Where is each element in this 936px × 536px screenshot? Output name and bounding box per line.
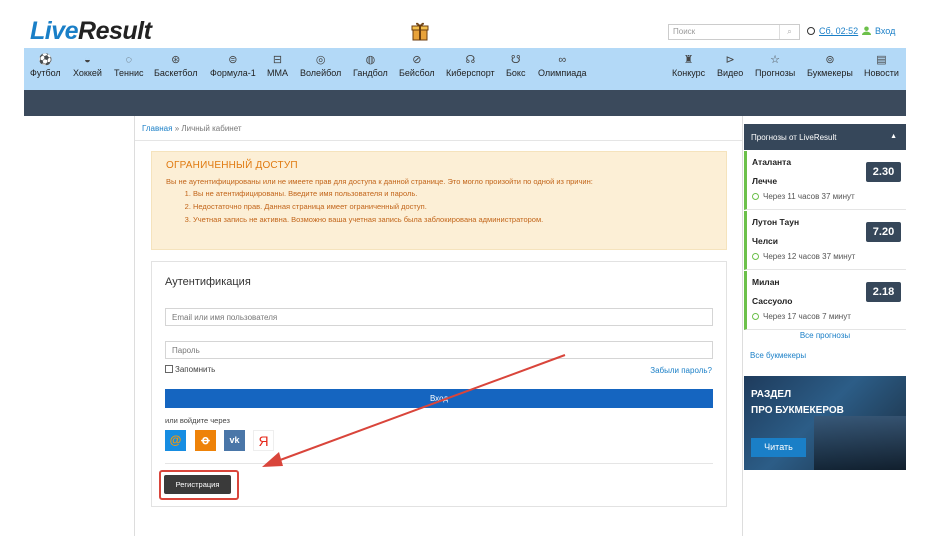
football-icon: ⚽ (38, 54, 53, 66)
banner-image (814, 416, 906, 470)
odds-badge[interactable]: 2.30 (866, 162, 901, 182)
nav-handball[interactable]: ◍ Гандбол (353, 54, 388, 78)
divider (135, 140, 742, 141)
clock[interactable]: Сб, 02:52 (807, 26, 858, 36)
forgot-password-link[interactable]: Забыли пароль? (650, 366, 712, 375)
warning-title: ОГРАНИЧЕННЫЙ ДОСТУП (166, 160, 298, 171)
nav-mma[interactable]: ⊟ MMA (267, 54, 288, 78)
esports-icon: ☊ (465, 54, 476, 66)
login-link[interactable]: Вход (862, 26, 895, 36)
checkbox-icon (165, 365, 173, 373)
clock-icon (752, 253, 759, 260)
tennis-icon: ◌ (125, 54, 132, 66)
tips-header[interactable]: Прогнозы от LiveResult ▲ (744, 124, 906, 150)
bookmakers-banner[interactable]: РАЗДЕЛ ПРО БУКМЕКЕРОВ Читать (744, 376, 906, 470)
play-icon: ⊳ (725, 54, 735, 66)
news-icon: ▤ (876, 54, 887, 66)
nav-formula1[interactable]: ⊜ Формула-1 (210, 54, 256, 78)
formula1-icon: ⊜ (228, 54, 238, 66)
nav-tennis[interactable]: ◌ Теннис (114, 54, 143, 78)
star-icon: ☆ (770, 54, 781, 66)
nav-news[interactable]: ▤ Новости (864, 54, 899, 78)
nav-volleyball[interactable]: ◎ Волейбол (300, 54, 341, 78)
site-logo[interactable]: LiveResult (30, 17, 152, 46)
all-bookmakers-link[interactable]: Все букмекеры (750, 351, 806, 360)
nav-video[interactable]: ⊳ Видео (717, 54, 743, 78)
nav-olympics[interactable]: ∞ Олимпиада (538, 54, 587, 78)
basketball-icon: ⊛ (171, 54, 181, 66)
divider (165, 463, 713, 464)
nav-basketball[interactable]: ⊛ Баскетбол (154, 54, 198, 78)
sports-nav: ⚽ Футбол ◒ Хоккей ◌ Теннис ⊛ Баскетбол ⊜ Форм… (24, 48, 906, 90)
odds-badge[interactable]: 2.18 (866, 282, 901, 302)
clock-icon (807, 27, 815, 35)
tip-card[interactable]: Милан Сассуоло Через 17 часов 7 минут 2.… (744, 271, 906, 330)
auth-title: Аутентификация (165, 276, 251, 288)
vk-icon[interactable]: vk (224, 430, 245, 451)
warning-reason: Учетная запись не активна. Возможно ваша… (193, 213, 712, 226)
breadcrumb-home[interactable]: Главная (142, 124, 172, 133)
read-button[interactable]: Читать (751, 438, 806, 457)
tip-card[interactable]: Аталанта Лечче Через 11 часов 37 минут 2… (744, 151, 906, 210)
content-border-right (742, 116, 743, 536)
nav-baseball[interactable]: ⊘ Бейсбол (399, 54, 435, 78)
volleyball-icon: ◎ (315, 54, 326, 66)
mailru-icon[interactable]: @ (165, 430, 186, 451)
warning-intro: Вы не аутентифицированы или не имеете пр… (166, 177, 593, 186)
breadcrumb: Главная » Личный кабинет (142, 124, 242, 133)
clock-icon (752, 193, 759, 200)
nav-bookmakers[interactable]: ⊚ Букмекеры (807, 54, 853, 78)
warning-reason: Вы не атентифицированы. Введите имя поль… (193, 187, 712, 200)
nav-boxing[interactable]: ☋ Бокс (506, 54, 525, 78)
nav-contest[interactable]: ♜ Конкурс (672, 54, 705, 78)
olympics-icon: ∞ (558, 54, 567, 66)
yandex-icon[interactable]: Я (253, 430, 274, 451)
nav-hockey[interactable]: ◒ Хоккей (73, 54, 102, 78)
user-icon (862, 26, 871, 35)
baseball-icon: ⊘ (412, 54, 422, 66)
password-field[interactable]: Пароль (165, 341, 713, 359)
odds-badge[interactable]: 7.20 (866, 222, 901, 242)
odnoklassniki-icon[interactable]: ꝋ (195, 430, 216, 451)
site-header: LiveResult Поиск ⌕ Сб, 02:52 Вход (0, 0, 936, 48)
caret-up-icon[interactable]: ▲ (890, 133, 897, 140)
clock-icon (752, 313, 759, 320)
or-login-via: или войдите через (165, 416, 230, 425)
login-button[interactable]: Вход (165, 389, 713, 408)
money-icon: ⊚ (825, 54, 835, 66)
remember-checkbox[interactable]: Запомнить (165, 365, 215, 374)
handball-icon: ◍ (365, 54, 376, 66)
search-icon[interactable]: ⌕ (779, 25, 799, 39)
access-warning: ОГРАНИЧЕННЫЙ ДОСТУП Вы не аутентифициров… (151, 151, 727, 250)
search-input[interactable]: Поиск ⌕ (668, 24, 800, 40)
nav-tips[interactable]: ☆ Прогнозы (755, 54, 795, 78)
warning-reasons: Вы не атентифицированы. Введите имя поль… (193, 187, 712, 226)
all-tips-link[interactable]: Все прогнозы (744, 331, 906, 340)
tip-card[interactable]: Лутон Таун Челси Через 12 часов 37 минут… (744, 211, 906, 270)
trophy-icon: ♜ (683, 54, 694, 66)
nav-football[interactable]: ⚽ Футбол (30, 54, 61, 78)
content-border-left (134, 116, 135, 536)
register-button[interactable]: Регистрация (164, 475, 231, 494)
auth-panel: Аутентификация Email или имя пользовател… (151, 261, 727, 507)
mma-icon: ⊟ (272, 54, 283, 66)
dark-bar (24, 90, 906, 116)
hockey-icon: ◒ (84, 54, 91, 66)
nav-esports[interactable]: ☊ Киберспорт (446, 54, 495, 78)
email-field[interactable]: Email или имя пользователя (165, 308, 713, 326)
gift-icon[interactable] (411, 21, 429, 41)
boxing-icon: ☋ (510, 54, 521, 66)
warning-reason: Недостаточно прав. Данная страница имеет… (193, 200, 712, 213)
